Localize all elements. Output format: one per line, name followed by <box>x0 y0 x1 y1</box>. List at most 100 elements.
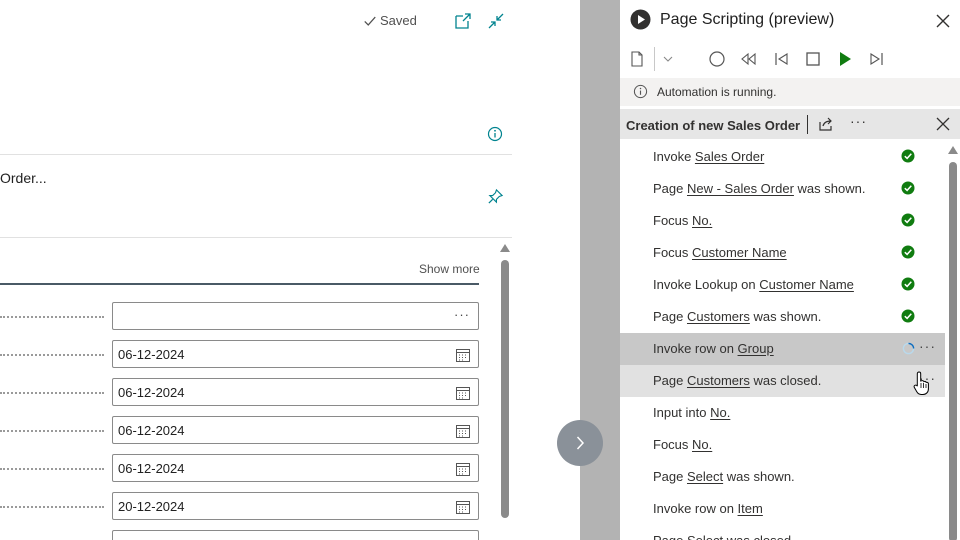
calendar-icon[interactable] <box>455 423 471 439</box>
step-row[interactable]: Page Select was shown. <box>620 461 945 493</box>
step-row[interactable]: Page New - Sales Order was shown. <box>620 173 945 205</box>
step-target-link[interactable]: Sales Order <box>695 149 764 164</box>
step-row[interactable]: Invoke Lookup on Customer Name <box>620 269 945 301</box>
step-suffix: was shown. <box>793 181 866 196</box>
step-target-link[interactable]: Customers <box>687 309 750 324</box>
record-icon[interactable] <box>708 50 726 68</box>
step-more-options-icon[interactable]: ··· <box>919 338 936 354</box>
step-text: Page Select was shown. <box>653 469 795 484</box>
step-target-link[interactable]: Customer Name <box>759 277 854 292</box>
step-target-link[interactable]: Customer Name <box>692 245 787 260</box>
page-scripting-pane: Page Scripting (preview) Automation is r… <box>620 0 960 540</box>
date-field[interactable]: 06-12-2024 <box>112 454 479 482</box>
open-new-window-icon[interactable] <box>454 12 472 30</box>
step-target-link[interactable]: Select <box>687 469 723 484</box>
scroll-up-arrow-icon[interactable] <box>500 244 510 252</box>
date-field[interactable]: 06-12-2024 <box>112 340 479 368</box>
step-row[interactable]: Invoke row on Group ··· <box>620 333 945 365</box>
check-circle-icon <box>901 309 915 323</box>
pin-icon[interactable] <box>487 188 504 205</box>
scrollbar-thumb[interactable] <box>501 260 509 518</box>
field-row: 20-12-2024 <box>0 492 480 520</box>
step-target-link[interactable]: Customers <box>687 373 750 388</box>
step-target-link[interactable]: Item <box>738 501 763 516</box>
more-options-icon[interactable]: ··· <box>850 113 867 129</box>
step-action: Invoke row on <box>653 501 738 516</box>
calendar-icon[interactable] <box>455 461 471 477</box>
check-circle-icon <box>901 277 915 291</box>
check-circle-icon <box>901 181 915 195</box>
step-target-link[interactable]: No. <box>692 213 712 228</box>
chevron-down-icon[interactable] <box>659 50 677 68</box>
field-value: 06-12-2024 <box>118 346 185 362</box>
step-target-link[interactable]: Group <box>738 341 774 356</box>
step-action: Focus <box>653 245 693 260</box>
scroll-up-arrow-icon[interactable] <box>948 146 958 154</box>
step-row[interactable]: Invoke row on Item <box>620 493 945 525</box>
step-text: Input into No. <box>653 405 730 420</box>
field-value: 20-12-2024 <box>118 498 185 514</box>
play-circle-icon <box>630 9 651 30</box>
step-forward-icon[interactable] <box>868 50 886 68</box>
hand-cursor-icon <box>913 371 929 395</box>
spinner-icon <box>902 342 915 355</box>
collapse-icon[interactable] <box>487 12 505 30</box>
stop-icon[interactable] <box>804 50 822 68</box>
step-row[interactable]: Focus No. <box>620 429 945 461</box>
step-action: Invoke Lookup on <box>653 277 760 292</box>
divider <box>0 154 512 155</box>
step-text: Invoke Sales Order <box>653 149 764 164</box>
step-row[interactable]: Input into No. <box>620 397 945 429</box>
play-icon[interactable] <box>836 50 854 68</box>
date-field[interactable]: 20-12-2024 <box>112 492 479 520</box>
close-icon[interactable] <box>936 117 950 131</box>
step-row[interactable]: Focus No. <box>620 205 945 237</box>
date-field[interactable]: 06-12-2024 <box>112 378 479 406</box>
close-icon[interactable] <box>935 13 951 29</box>
header-separator <box>807 115 808 134</box>
step-back-icon[interactable] <box>772 50 790 68</box>
text-field[interactable]: ··· <box>112 302 479 330</box>
step-list-scrollbar[interactable] <box>947 146 959 540</box>
ellipsis-icon[interactable]: ··· <box>454 307 470 322</box>
step-row[interactable]: Invoke Sales Order <box>620 141 945 173</box>
field-row: 06-12-2024 <box>0 454 480 482</box>
step-row[interactable]: Page Customers was shown. <box>620 301 945 333</box>
new-file-icon[interactable] <box>628 50 646 68</box>
step-list: Invoke Sales Order Page New - Sales Order… <box>620 141 945 540</box>
field-value: 06-12-2024 <box>118 460 185 476</box>
step-target-link[interactable]: Select <box>687 533 723 540</box>
step-row[interactable]: Page Select was closed. <box>620 525 945 540</box>
info-icon <box>633 84 648 99</box>
rewind-icon[interactable] <box>739 50 757 68</box>
step-action: Page <box>653 469 687 484</box>
step-row[interactable]: Page Customers was closed. ··· <box>620 365 945 397</box>
banner-text: Automation is running. <box>657 85 777 99</box>
date-field[interactable]: 06-12-2024 <box>112 416 479 444</box>
step-text: Focus No. <box>653 213 712 228</box>
step-text: Page Select was closed. <box>653 533 795 540</box>
page-scrollbar[interactable] <box>500 244 510 540</box>
step-action: Invoke row on <box>653 341 738 356</box>
field-row: ··· <box>0 302 480 330</box>
field-row: 06-12-2024 <box>0 340 480 368</box>
field-row <box>0 530 480 540</box>
show-more-link[interactable]: Show more <box>419 262 480 276</box>
info-icon[interactable] <box>487 126 503 142</box>
field-value: 06-12-2024 <box>118 384 185 400</box>
scrollbar-thumb[interactable] <box>949 162 957 540</box>
calendar-icon[interactable] <box>455 499 471 515</box>
collapse-pane-button[interactable] <box>557 420 603 466</box>
calendar-icon[interactable] <box>455 385 471 401</box>
pane-title: Page Scripting (preview) <box>660 11 835 28</box>
share-icon[interactable] <box>818 116 834 132</box>
text-field[interactable] <box>112 530 479 540</box>
step-target-link[interactable]: New - Sales Order <box>687 181 794 196</box>
step-text: Invoke Lookup on Customer Name <box>653 277 854 292</box>
field-value: 06-12-2024 <box>118 422 185 438</box>
step-target-link[interactable]: No. <box>692 437 712 452</box>
step-text: Invoke row on Item <box>653 501 763 516</box>
step-target-link[interactable]: No. <box>710 405 730 420</box>
step-row[interactable]: Focus Customer Name <box>620 237 945 269</box>
calendar-icon[interactable] <box>455 347 471 363</box>
